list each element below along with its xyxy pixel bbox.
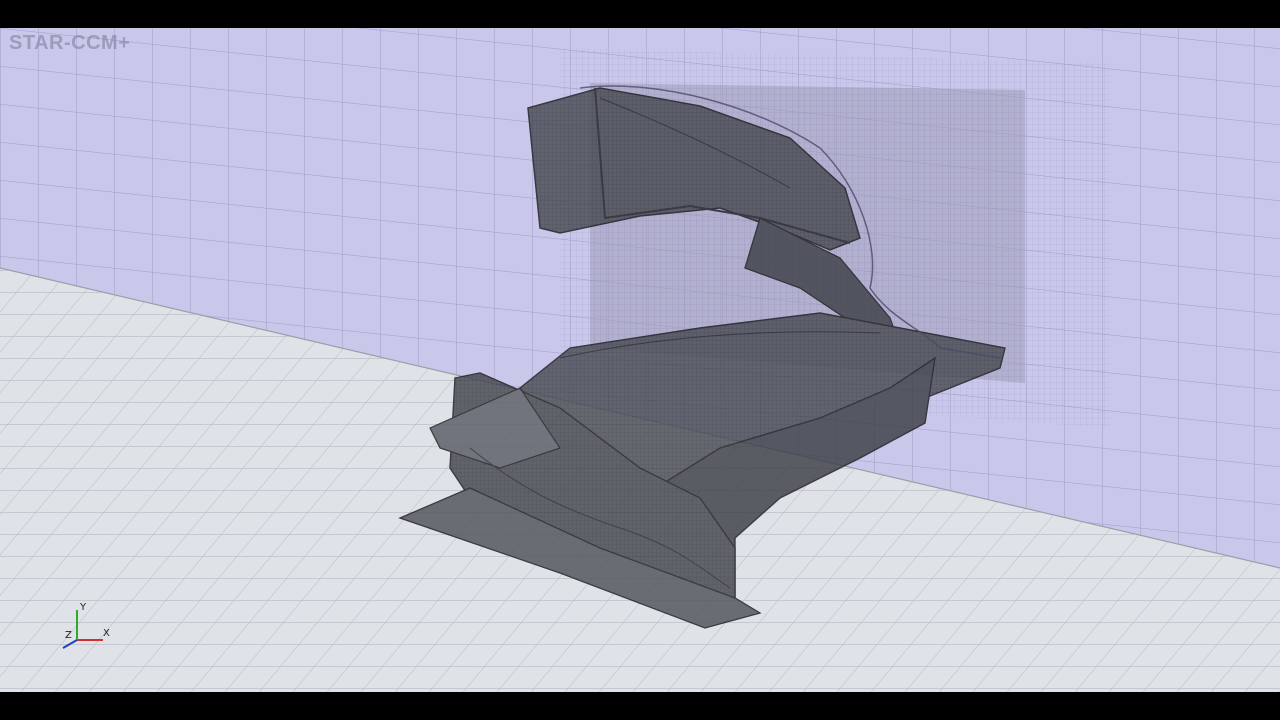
z-axis-label: Z	[65, 630, 72, 641]
axis-triad: X Y Z	[62, 602, 110, 649]
app-logo: STAR-CCM+	[9, 32, 131, 54]
x-axis-label: X	[103, 628, 110, 639]
letterbox-top	[0, 0, 1280, 28]
z-axis-line	[62, 639, 78, 649]
mesh-scene[interactable]	[0, 28, 1280, 692]
letterbox-bottom	[0, 692, 1280, 720]
graphics-viewport[interactable]: STAR-CCM+ X Y Z	[0, 28, 1280, 692]
y-axis-label: Y	[79, 602, 87, 613]
